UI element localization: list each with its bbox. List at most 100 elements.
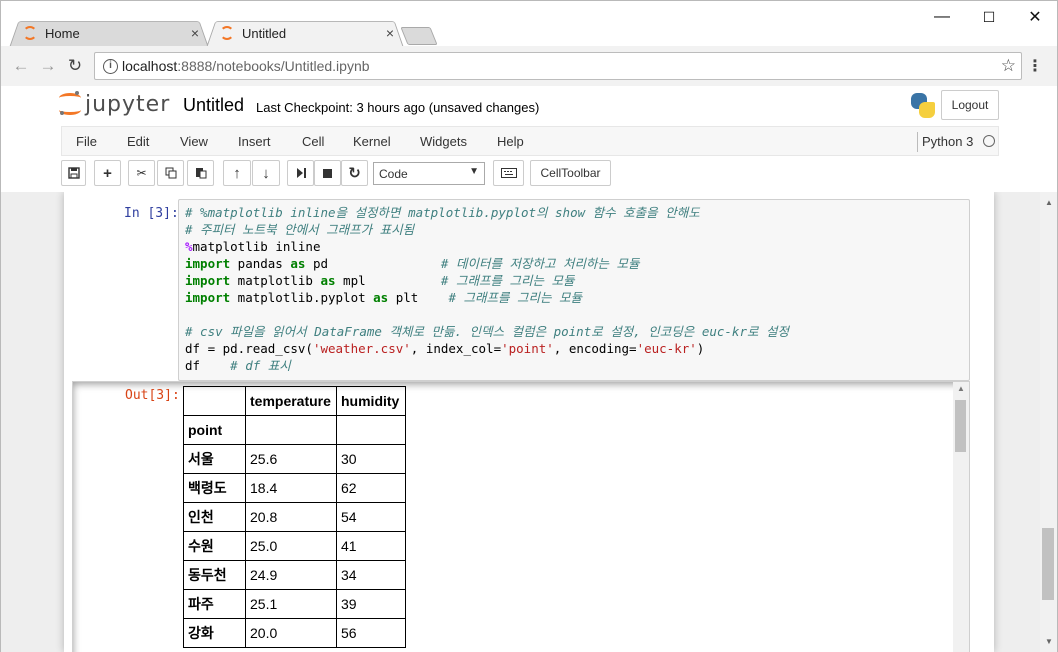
index-name-row: point — [183, 415, 406, 445]
menu-cell[interactable]: Cell — [302, 134, 324, 149]
notebook-page: In [3]: # %matplotlib inline을 설정하면 matpl… — [64, 192, 994, 652]
temperature-cell: 20.8 — [245, 502, 337, 532]
row-index-cell: 동두천 — [183, 560, 246, 590]
row-index-cell: 강화 — [183, 618, 246, 648]
restart-kernel-icon[interactable]: ↻ — [341, 160, 368, 186]
scroll-up-icon[interactable]: ▲ — [1045, 198, 1053, 207]
page-scrollbar-thumb[interactable] — [1042, 528, 1054, 600]
checkpoint-status: Last Checkpoint: 3 hours ago (unsaved ch… — [256, 100, 540, 115]
jupyter-favicon-icon — [23, 26, 37, 40]
code-input[interactable]: # %matplotlib inline을 설정하면 matplotlib.py… — [178, 199, 970, 381]
row-index-cell: 파주 — [183, 589, 246, 619]
output-scrollbar-thumb[interactable] — [955, 400, 966, 452]
cell-type-select[interactable]: Code ▼ — [373, 162, 485, 185]
browser-tab-strip: Home × Untitled × — ☐ ✕ — [0, 0, 1058, 48]
tab-home[interactable]: Home × — [9, 18, 209, 48]
window-close-icon[interactable]: ✕ — [1012, 5, 1058, 29]
column-header-temperature: temperature — [245, 386, 337, 416]
command-palette-keyboard-icon[interactable] — [493, 160, 524, 186]
address-bar-row: ← → ↻ i localhost:8888/notebooks/Untitle… — [0, 46, 1058, 86]
add-cell-icon[interactable]: + — [94, 160, 121, 186]
menu-file[interactable]: File — [76, 134, 97, 149]
table-row: 동두천 24.9 34 — [183, 560, 406, 590]
kernel-idle-indicator-icon — [983, 135, 995, 147]
page-scrollbar[interactable]: ▲ ▼ — [1040, 192, 1057, 652]
chevron-down-icon: ▼ — [469, 166, 479, 177]
new-tab-button[interactable] — [400, 27, 438, 45]
scroll-up-icon[interactable]: ▲ — [957, 384, 965, 393]
notebook-menubar: File Edit View Insert Cell Kernel Widget… — [61, 126, 999, 156]
url-input[interactable]: i localhost:8888/notebooks/Untitled.ipyn… — [94, 52, 1022, 80]
row-index-cell: 서울 — [183, 444, 246, 474]
humidity-cell: 56 — [336, 618, 406, 648]
table-row: 인천 20.8 54 — [183, 502, 406, 532]
column-header-humidity: humidity — [336, 386, 406, 416]
table-row: 파주 25.1 39 — [183, 589, 406, 619]
notebook-area: In [3]: # %matplotlib inline을 설정하면 matpl… — [0, 192, 1058, 652]
humidity-cell: 39 — [336, 589, 406, 619]
temperature-cell: 25.1 — [245, 589, 337, 619]
move-up-icon[interactable]: ↑ — [223, 160, 251, 186]
save-icon[interactable] — [61, 160, 86, 186]
temperature-cell: 25.0 — [245, 531, 337, 561]
menu-view[interactable]: View — [180, 134, 208, 149]
run-cell-icon[interactable] — [287, 160, 314, 186]
table-header-row: temperature humidity — [183, 386, 406, 416]
row-index-cell: 수원 — [183, 531, 246, 561]
back-arrow-icon[interactable]: ← — [11, 56, 31, 76]
table-row: 백령도 18.4 62 — [183, 473, 406, 503]
interrupt-kernel-icon[interactable] — [314, 160, 341, 186]
tab-home-label: Home — [45, 25, 80, 41]
index-name-header: point — [183, 415, 246, 445]
menu-help[interactable]: Help — [497, 134, 524, 149]
temperature-cell: 18.4 — [245, 473, 337, 503]
jupyter-logo-icon — [59, 91, 81, 117]
forward-arrow-icon[interactable]: → — [38, 56, 58, 76]
input-prompt: In [3]: — [124, 206, 179, 221]
paste-icon[interactable] — [187, 160, 214, 186]
menu-insert[interactable]: Insert — [238, 134, 271, 149]
humidity-cell: 30 — [336, 444, 406, 474]
reload-icon[interactable]: ↻ — [65, 56, 85, 76]
python-logo-icon — [909, 92, 937, 120]
jupyter-logo[interactable]: jupyter — [59, 91, 170, 117]
empty-header-cell — [336, 415, 406, 445]
tab-untitled-label: Untitled — [242, 25, 287, 41]
copy-icon[interactable] — [157, 160, 184, 186]
temperature-cell: 25.6 — [245, 444, 337, 474]
menu-widgets[interactable]: Widgets — [420, 134, 467, 149]
notebook-toolbar: + ✂ ↑ ↓ ↻ Code ▼ CellToolbar — [61, 160, 999, 188]
minimize-icon[interactable]: — — [919, 5, 965, 29]
browser-menu-icon[interactable]: ⋮ — [1027, 56, 1043, 76]
dataframe-table: temperature humidity point 서울 25.6 30 백령도 18… — [183, 386, 406, 648]
temperature-cell: 24.9 — [245, 560, 337, 590]
bookmark-star-icon[interactable]: ☆ — [1001, 56, 1016, 76]
jupyter-logo-text: jupyter — [85, 91, 171, 117]
cut-icon[interactable]: ✂ — [128, 160, 155, 186]
scroll-down-icon[interactable]: ▼ — [1045, 637, 1053, 646]
empty-header-cell — [245, 415, 337, 445]
site-info-icon[interactable]: i — [103, 59, 118, 74]
notebook-title[interactable]: Untitled — [183, 95, 244, 116]
move-down-icon[interactable]: ↓ — [252, 160, 280, 186]
output-scrollbar[interactable]: ▲ — [953, 382, 969, 652]
menu-kernel[interactable]: Kernel — [353, 134, 391, 149]
celltoolbar-button[interactable]: CellToolbar — [530, 160, 611, 186]
jupyter-favicon-icon — [220, 26, 234, 40]
tab-home-close-icon[interactable]: × — [191, 25, 199, 41]
humidity-cell: 62 — [336, 473, 406, 503]
menu-edit[interactable]: Edit — [127, 134, 149, 149]
tab-untitled-close-icon[interactable]: × — [386, 25, 394, 41]
humidity-cell: 34 — [336, 560, 406, 590]
output-area[interactable]: Out[3]: temperature humidity point 서울 25.… — [72, 381, 970, 652]
tab-untitled[interactable]: Untitled × — [206, 18, 404, 48]
url-text: localhost:8888/notebooks/Untitled.ipynb — [122, 58, 370, 74]
table-row: 서울 25.6 30 — [183, 444, 406, 474]
kernel-name: Python 3 — [922, 134, 974, 149]
humidity-cell: 41 — [336, 531, 406, 561]
humidity-cell: 54 — [336, 502, 406, 532]
table-corner-cell — [183, 386, 246, 416]
maximize-icon[interactable]: ☐ — [966, 5, 1012, 29]
logout-button[interactable]: Logout — [941, 90, 999, 120]
jupyter-header: jupyter Untitled Last Checkpoint: 3 hour… — [0, 86, 1058, 192]
